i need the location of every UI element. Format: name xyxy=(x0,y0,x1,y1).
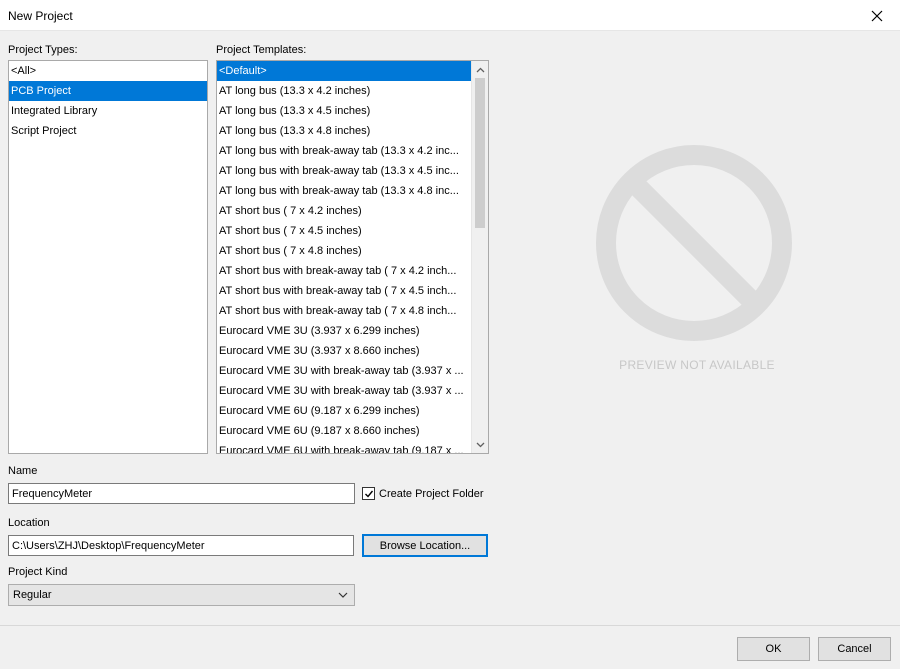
template-item[interactable]: Eurocard VME 3U (3.937 x 8.660 inches) xyxy=(217,341,471,361)
project-types-list[interactable]: <All> PCB Project Integrated Library Script… xyxy=(8,60,208,454)
create-folder-checkbox[interactable]: Create Project Folder xyxy=(362,487,484,500)
preview-not-available-text: PREVIEW NOT AVAILABLE xyxy=(619,358,775,372)
template-item[interactable]: <Default> xyxy=(217,61,471,81)
scroll-thumb[interactable] xyxy=(475,78,485,228)
template-item[interactable]: AT short bus with break-away tab ( 7 x 4… xyxy=(217,261,471,281)
project-type-item[interactable]: PCB Project xyxy=(9,81,207,101)
cancel-button[interactable]: Cancel xyxy=(818,637,891,661)
ok-button[interactable]: OK xyxy=(737,637,810,661)
template-item[interactable]: AT short bus ( 7 x 4.2 inches) xyxy=(217,201,471,221)
create-folder-label: Create Project Folder xyxy=(379,487,484,500)
project-kind-select[interactable]: Regular xyxy=(8,584,355,606)
location-label: Location xyxy=(8,517,50,529)
chevron-down-icon xyxy=(476,442,484,447)
template-item[interactable]: AT long bus with break-away tab (13.3 x … xyxy=(217,141,471,161)
close-button[interactable] xyxy=(854,0,900,31)
template-item[interactable]: Eurocard VME 3U with break-away tab (3.9… xyxy=(217,361,471,381)
templates-scrollbar[interactable] xyxy=(471,61,488,453)
title-bar: New Project xyxy=(0,0,900,31)
dialog-footer: OK Cancel xyxy=(0,625,900,669)
project-kind-label: Project Kind xyxy=(8,566,68,578)
project-type-item[interactable]: <All> xyxy=(9,61,207,81)
template-item[interactable]: AT short bus ( 7 x 4.8 inches) xyxy=(217,241,471,261)
template-item[interactable]: AT long bus (13.3 x 4.2 inches) xyxy=(217,81,471,101)
template-item[interactable]: Eurocard VME 3U with break-away tab (3.9… xyxy=(217,381,471,401)
project-type-item[interactable]: Integrated Library xyxy=(9,101,207,121)
project-templates-label: Project Templates: xyxy=(216,44,307,56)
project-templates-list[interactable]: <Default> AT long bus (13.3 x 4.2 inches)… xyxy=(216,60,489,454)
project-type-item[interactable]: Script Project xyxy=(9,121,207,141)
check-icon xyxy=(364,490,373,498)
name-input[interactable] xyxy=(8,483,355,504)
template-item[interactable]: Eurocard VME 6U (9.187 x 6.299 inches) xyxy=(217,401,471,421)
template-item[interactable]: AT short bus with break-away tab ( 7 x 4… xyxy=(217,301,471,321)
checkbox-box[interactable] xyxy=(362,487,375,500)
no-preview-icon xyxy=(596,145,792,341)
project-types-label: Project Types: xyxy=(8,44,78,56)
template-item[interactable]: AT short bus ( 7 x 4.5 inches) xyxy=(217,221,471,241)
chevron-up-icon xyxy=(476,67,484,72)
close-icon xyxy=(871,10,883,21)
template-item[interactable]: Eurocard VME 6U with break-away tab (9.1… xyxy=(217,441,471,453)
scroll-down-button[interactable] xyxy=(472,436,488,453)
browse-location-button[interactable]: Browse Location... xyxy=(362,534,488,557)
scroll-up-button[interactable] xyxy=(472,61,488,78)
template-item[interactable]: AT short bus with break-away tab ( 7 x 4… xyxy=(217,281,471,301)
chevron-down-icon xyxy=(338,592,348,598)
template-item[interactable]: AT long bus (13.3 x 4.8 inches) xyxy=(217,121,471,141)
template-item[interactable]: Eurocard VME 6U (9.187 x 8.660 inches) xyxy=(217,421,471,441)
template-item[interactable]: AT long bus with break-away tab (13.3 x … xyxy=(217,161,471,181)
name-label: Name xyxy=(8,465,38,477)
project-kind-value: Regular xyxy=(13,589,52,601)
window-title: New Project xyxy=(8,9,73,23)
template-item[interactable]: AT long bus with break-away tab (13.3 x … xyxy=(217,181,471,201)
location-input[interactable] xyxy=(8,535,354,556)
template-item[interactable]: Eurocard VME 3U (3.937 x 6.299 inches) xyxy=(217,321,471,341)
template-item[interactable]: AT long bus (13.3 x 4.5 inches) xyxy=(217,101,471,121)
